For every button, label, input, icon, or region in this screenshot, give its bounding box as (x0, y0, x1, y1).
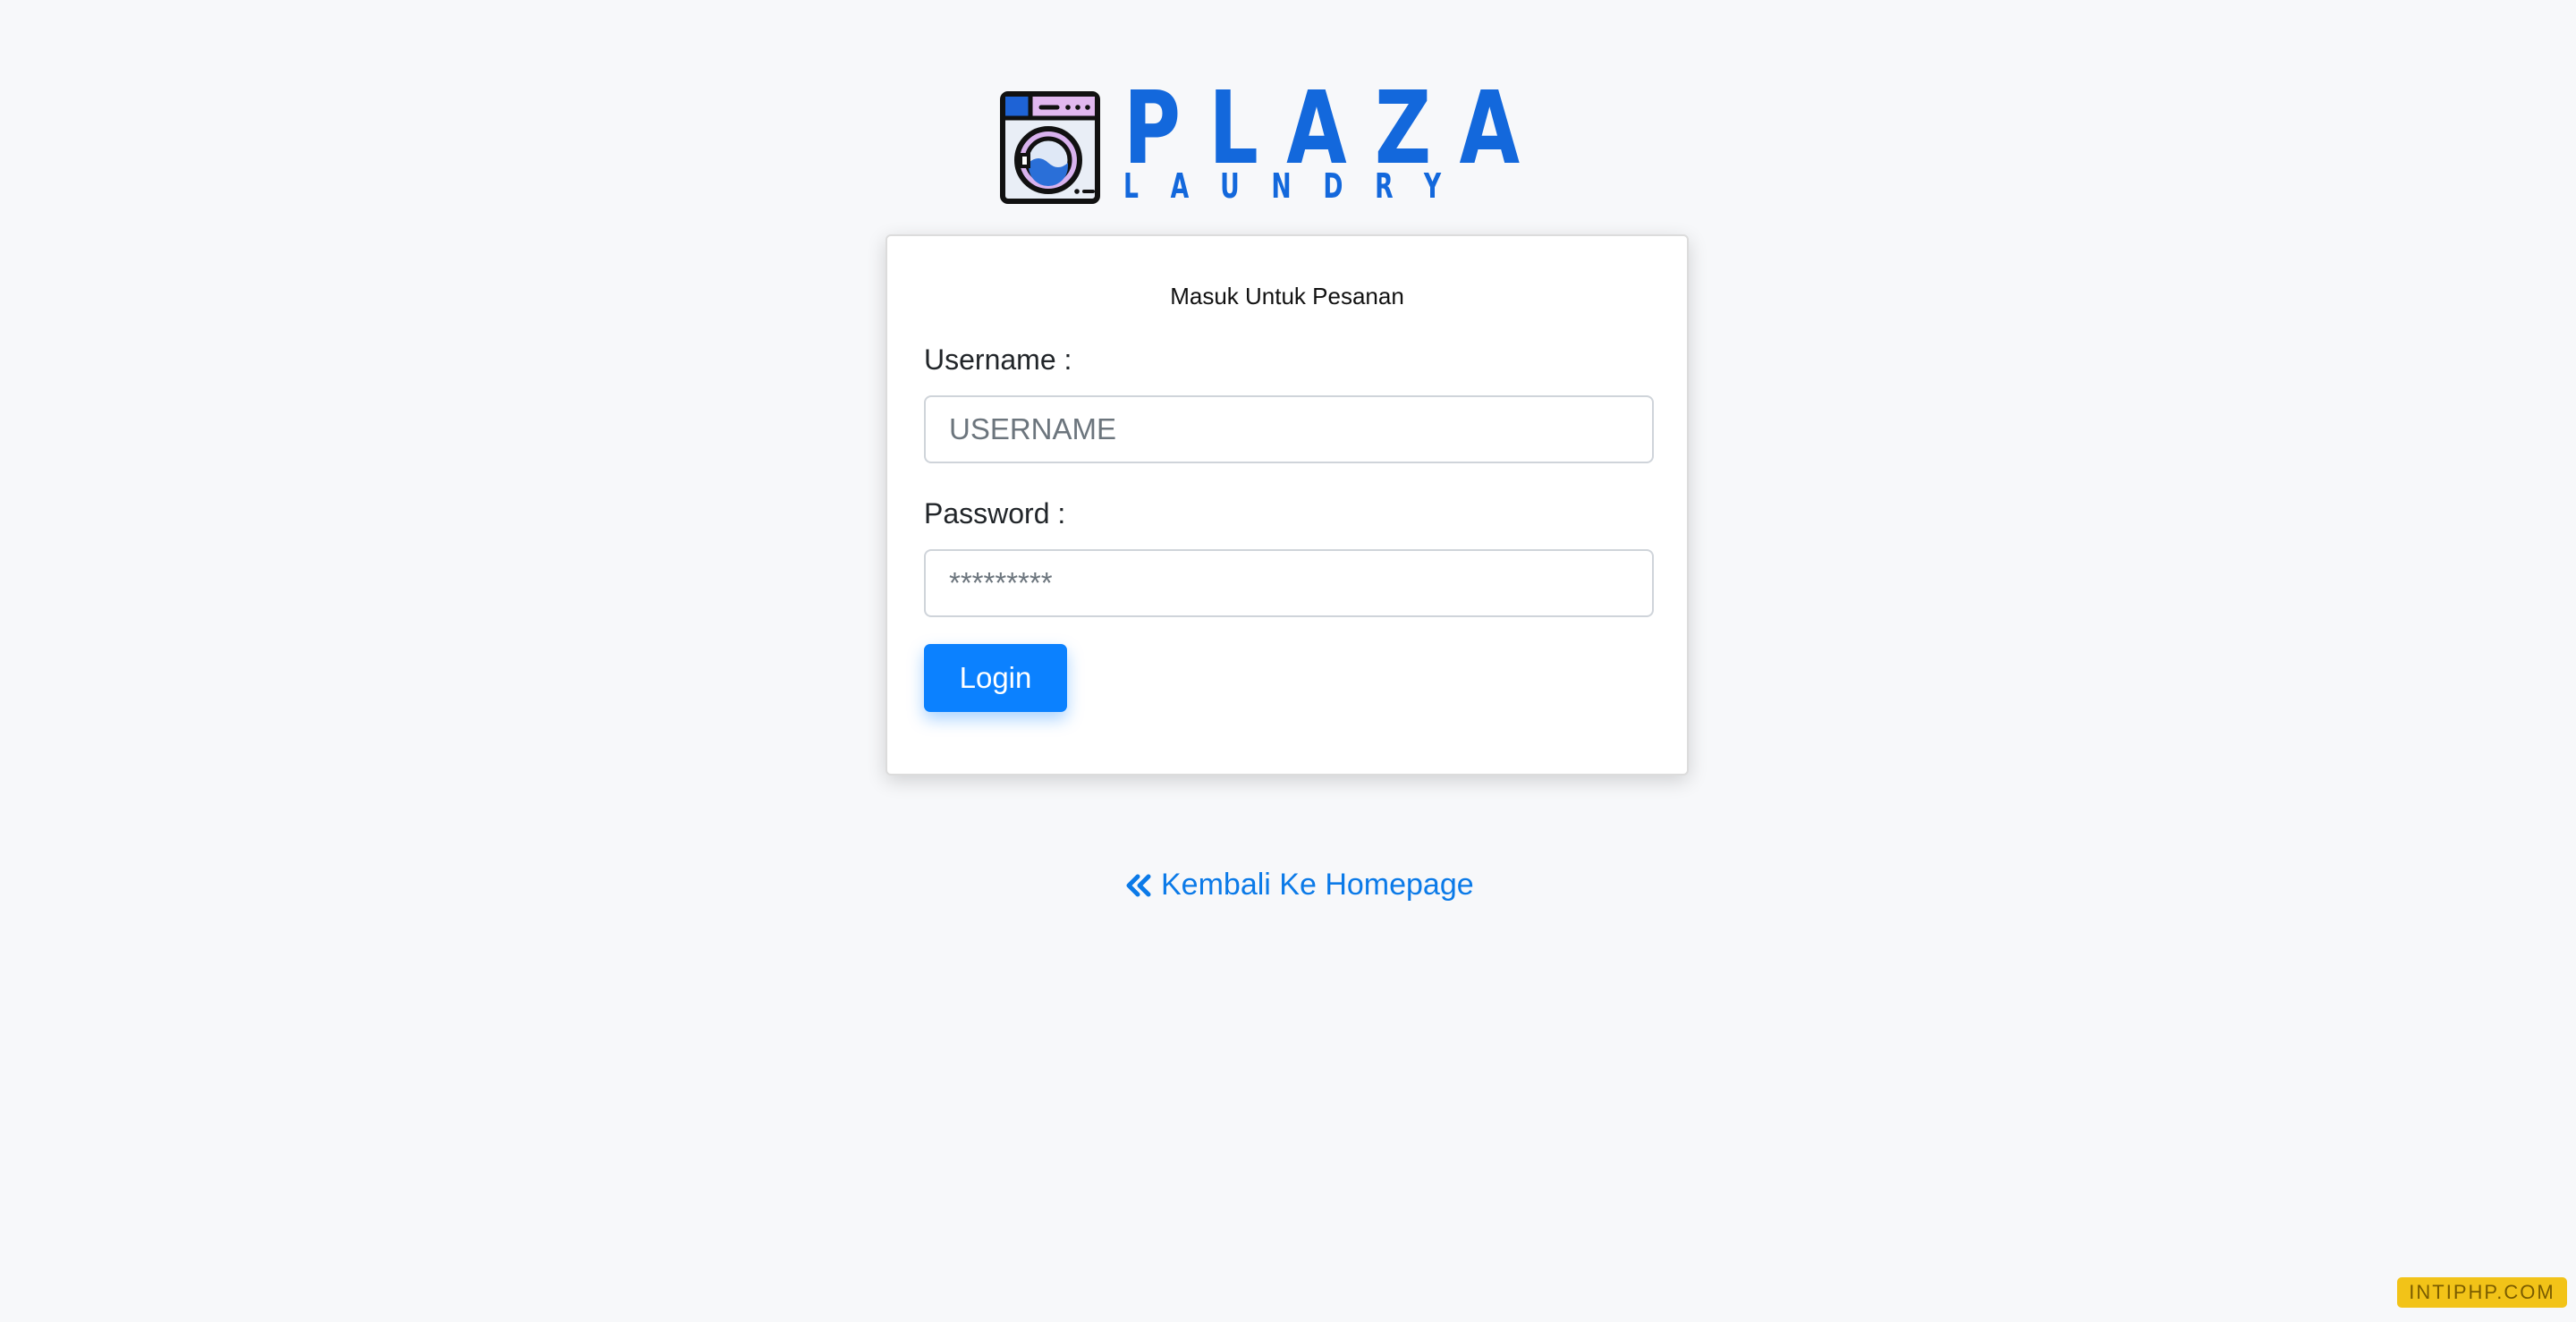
brand-logo: PLAZA LAUNDRY (1000, 79, 1559, 206)
brand-name-top: PLAZA (1123, 71, 1548, 187)
login-card: Masuk Untuk Pesanan Username : Password … (886, 234, 1689, 775)
username-label: Username : (924, 343, 1072, 376)
brand-name-bottom: LAUNDRY (1123, 166, 1473, 206)
back-to-homepage-link[interactable]: Kembali Ke Homepage (1125, 868, 1474, 903)
login-button[interactable]: Login (924, 644, 1067, 712)
double-chevron-left-icon (1126, 874, 1151, 896)
back-link-label: Kembali Ke Homepage (1161, 868, 1474, 902)
username-input[interactable] (924, 395, 1654, 463)
watermark-badge: INTIPHP.COM (2397, 1277, 2567, 1308)
washing-machine-icon (1000, 91, 1100, 204)
login-card-title: Masuk Untuk Pesanan (1170, 283, 1404, 309)
password-input[interactable] (924, 549, 1654, 617)
password-label: Password : (924, 497, 1066, 530)
